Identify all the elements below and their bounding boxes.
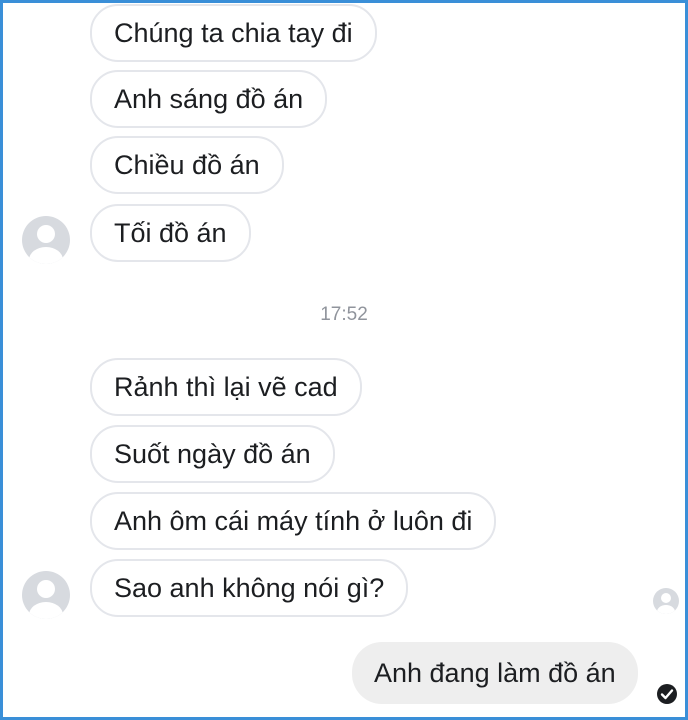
incoming-message-bubble[interactable]: Anh sáng đồ án bbox=[90, 70, 328, 128]
incoming-message-bubble[interactable]: Anh ôm cái máy tính ở luôn đi bbox=[90, 492, 497, 550]
incoming-message-bubble[interactable]: Chiều đồ án bbox=[90, 136, 284, 194]
incoming-message-bubble[interactable]: Rảnh thì lại vẽ cad bbox=[90, 358, 362, 416]
outgoing-message-bubble[interactable]: Anh đang làm đồ án bbox=[352, 642, 638, 704]
incoming-message-bubble[interactable]: Chúng ta chia tay đi bbox=[90, 4, 377, 62]
delivered-check-icon bbox=[656, 683, 678, 705]
default-user-avatar-icon[interactable] bbox=[22, 216, 70, 264]
default-user-avatar-icon[interactable] bbox=[22, 571, 70, 619]
seen-avatar-icon bbox=[653, 588, 679, 614]
message-timestamp: 17:52 bbox=[320, 304, 368, 325]
incoming-message-bubble[interactable]: Suốt ngày đồ án bbox=[90, 425, 335, 483]
incoming-message-bubble[interactable]: Sao anh không nói gì? bbox=[90, 559, 409, 617]
incoming-message-bubble[interactable]: Tối đồ án bbox=[90, 204, 251, 262]
